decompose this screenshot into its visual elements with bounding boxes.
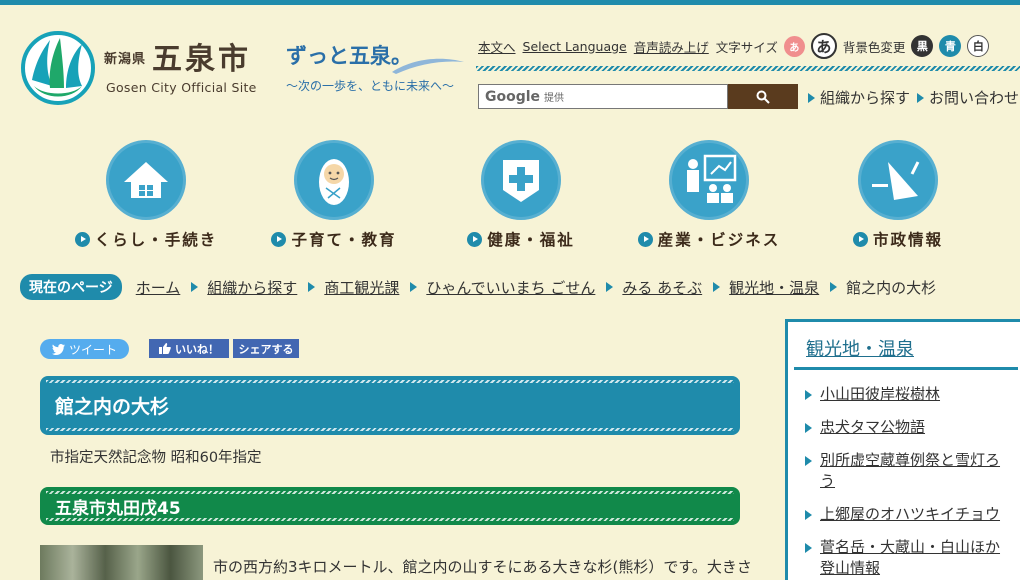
share-label: シェアする: [238, 342, 294, 356]
nav-city-info[interactable]: 市政情報: [818, 140, 978, 250]
sidebar-item-mountains[interactable]: 菅名岳・大蔵山・白山ほか登山情報: [804, 537, 1014, 579]
arrow-circle-icon: [74, 231, 90, 247]
google-brand: Google: [485, 88, 541, 105]
select-language-link[interactable]: Select Language: [523, 39, 627, 54]
background-color-label: 背景色変更: [842, 39, 906, 55]
description-text: 市の西方約3キロメートル、館之内の山すそにある大きな杉(熊杉）です。大きさ: [213, 558, 752, 576]
contact-label: お問い合わせ: [929, 89, 1020, 107]
health-cross-icon: [481, 140, 561, 220]
bg-blue-button[interactable]: 青: [939, 35, 962, 57]
breadcrumb-org[interactable]: 組織から探す: [207, 277, 297, 298]
contact-link[interactable]: お問い合わせ: [917, 87, 1019, 108]
like-button[interactable]: いいね！: [149, 339, 229, 358]
house-icon: [106, 140, 186, 220]
designation-text: 市指定天然記念物 昭和60年指定: [50, 450, 262, 466]
sidebar-item-ginkgo[interactable]: 上郷屋のオハツキイチョウ: [804, 504, 1014, 525]
city-name: 五泉市: [152, 42, 251, 77]
prefecture-name: 新潟県: [104, 52, 147, 67]
nav-business-label: 産業・ビジネス: [629, 228, 789, 250]
tweet-label: ツイート: [68, 342, 117, 357]
breadcrumb-arrow-icon: [308, 282, 316, 292]
breadcrumb-arrow-icon: [713, 282, 721, 292]
read-aloud-link[interactable]: 音声読み上げ: [634, 37, 709, 56]
nav-living-label: くらし・手続き: [66, 228, 226, 250]
top-accent-bar: [0, 0, 1020, 5]
sidebar-title[interactable]: 観光地・温泉: [806, 335, 914, 361]
nav-childcare-label: 子育て・教育: [254, 228, 414, 250]
nav-health[interactable]: 健康・福祉: [441, 140, 601, 250]
search-button[interactable]: [728, 84, 798, 109]
sidebar-item-oyamada[interactable]: 小山田彼岸桜樹林: [804, 384, 1014, 405]
arrow-circle-icon: [467, 231, 483, 247]
arrow-circle-icon: [637, 231, 653, 247]
twitter-bird-icon: [51, 343, 65, 355]
arrow-circle-icon: [852, 231, 868, 247]
org-search-link[interactable]: 組織から探す: [808, 87, 910, 108]
bg-black-button[interactable]: 黒: [911, 35, 934, 57]
breadcrumb-arrow-icon: [606, 282, 614, 292]
address-heading: 五泉市丸田戊45: [40, 487, 740, 525]
city-name-en: Gosen City Official Site: [106, 80, 257, 95]
bg-white-button[interactable]: 白: [967, 35, 990, 57]
breadcrumb-see-play[interactable]: みる あそぶ: [622, 277, 702, 298]
site-logo[interactable]: 新潟県 五泉市 Gosen City Official Site ずっと五泉。 …: [20, 28, 470, 108]
breadcrumb-arrow-icon: [830, 282, 838, 292]
share-button[interactable]: シェアする: [233, 339, 299, 358]
tweet-button[interactable]: ツイート: [40, 339, 129, 359]
breadcrumb-home[interactable]: ホーム: [136, 277, 181, 298]
search-icon: [756, 90, 770, 104]
search-provided-label: 提供: [544, 93, 565, 104]
breadcrumb-sightseeing[interactable]: 観光地・温泉: [729, 277, 819, 298]
breadcrumb-arrow-icon: [191, 282, 199, 292]
sidebar-item-tama[interactable]: 忠犬タマ公物語: [804, 417, 1014, 438]
nav-city-info-label: 市政情報: [818, 228, 978, 250]
org-search-label: 組織から探す: [820, 89, 911, 107]
sidebar-divider: [794, 367, 1018, 370]
nav-business[interactable]: 産業・ビジネス: [629, 140, 789, 250]
breadcrumb-hyandeii[interactable]: ひゃんでいいまち ごせん: [426, 277, 595, 298]
breadcrumb-current: 館之内の大杉: [846, 278, 937, 297]
nav-health-label: 健康・福祉: [441, 228, 601, 250]
site-search: Google 提供: [478, 84, 798, 109]
breadcrumb-commerce-tourism[interactable]: 商工観光課: [324, 277, 399, 298]
font-size-small-button[interactable]: あ: [783, 35, 805, 57]
search-input[interactable]: Google 提供: [478, 84, 728, 109]
breadcrumb-label: 現在のページ: [20, 274, 122, 300]
breadcrumb-arrow-icon: [410, 282, 418, 292]
arrow-right-icon: [917, 92, 924, 103]
skip-to-main-link[interactable]: 本文へ: [478, 37, 516, 56]
slogan-swoosh-icon: [392, 58, 464, 74]
breadcrumb: 現在のページ ホーム 組織から探す 商工観光課 ひゃんでいいまち ごせん みる …: [20, 274, 936, 300]
cedar-photo: [40, 545, 203, 580]
nav-living[interactable]: くらし・手続き: [66, 140, 226, 250]
megaphone-icon: [858, 140, 938, 220]
gosen-emblem-icon: [21, 31, 95, 105]
arrow-right-icon: [808, 92, 815, 103]
sidebar-list: 小山田彼岸桜樹林 忠犬タマ公物語 別所虚空蔵尊例祭と雪灯ろう 上郷屋のオハツキイ…: [804, 384, 1014, 580]
like-label: いいね！: [175, 342, 219, 356]
baby-icon: [294, 140, 374, 220]
page-title: 館之内の大杉: [40, 376, 740, 435]
font-size-label: 文字サイズ: [715, 39, 778, 55]
nav-childcare[interactable]: 子育て・教育: [254, 140, 414, 250]
thumbs-up-icon: [159, 343, 171, 354]
arrow-circle-icon: [271, 231, 287, 247]
presentation-icon: [669, 140, 749, 220]
slogan-subtitle: ～次の一歩を、ともに未来へ～: [286, 79, 455, 93]
utility-divider: [476, 66, 1020, 71]
utility-bar: 本文へ Select Language 音声読み上げ 文字サイズ あ あ 背景色…: [478, 33, 995, 59]
font-size-large-button[interactable]: あ: [810, 33, 837, 59]
sidebar: 観光地・温泉 小山田彼岸桜樹林 忠犬タマ公物語 別所虚空蔵尊例祭と雪灯ろう 上郷…: [785, 319, 1020, 580]
sidebar-item-bessho[interactable]: 別所虚空蔵尊例祭と雪灯ろう: [804, 450, 1014, 492]
